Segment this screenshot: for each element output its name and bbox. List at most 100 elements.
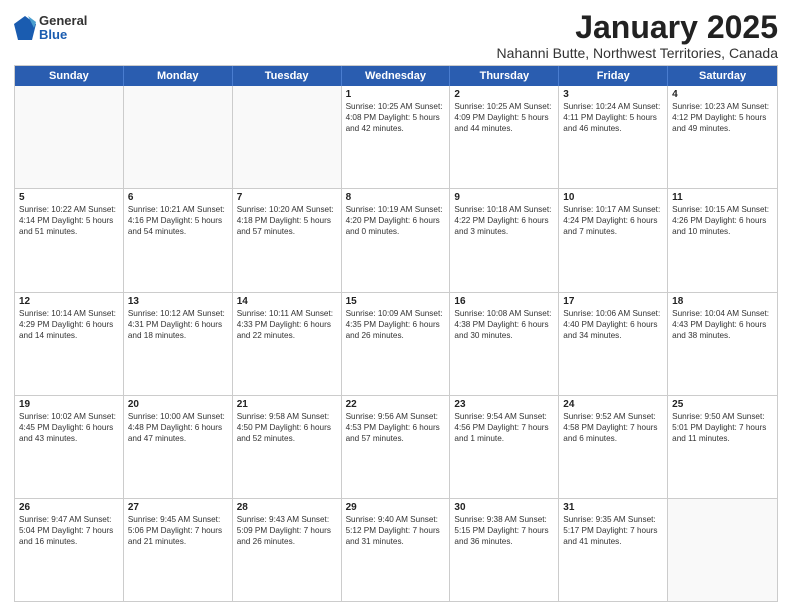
day-info: Sunrise: 9:54 AM Sunset: 4:56 PM Dayligh… — [454, 411, 554, 444]
day-number: 13 — [128, 296, 228, 307]
calendar-cell: 13Sunrise: 10:12 AM Sunset: 4:31 PM Dayl… — [124, 293, 233, 395]
day-number: 24 — [563, 399, 663, 410]
day-info: Sunrise: 9:35 AM Sunset: 5:17 PM Dayligh… — [563, 514, 663, 547]
day-info: Sunrise: 10:21 AM Sunset: 4:16 PM Daylig… — [128, 204, 228, 237]
day-number: 1 — [346, 89, 446, 100]
logo-text: General Blue — [39, 14, 87, 43]
header-day-thursday: Thursday — [450, 66, 559, 86]
header-day-tuesday: Tuesday — [233, 66, 342, 86]
page: General Blue January 2025 Nahanni Butte,… — [0, 0, 792, 612]
calendar-cell: 12Sunrise: 10:14 AM Sunset: 4:29 PM Dayl… — [15, 293, 124, 395]
logo-icon — [14, 14, 36, 42]
header: General Blue January 2025 Nahanni Butte,… — [14, 10, 778, 61]
calendar-cell: 3Sunrise: 10:24 AM Sunset: 4:11 PM Dayli… — [559, 86, 668, 188]
calendar-cell: 2Sunrise: 10:25 AM Sunset: 4:09 PM Dayli… — [450, 86, 559, 188]
calendar-row-4: 26Sunrise: 9:47 AM Sunset: 5:04 PM Dayli… — [15, 498, 777, 601]
calendar-cell: 22Sunrise: 9:56 AM Sunset: 4:53 PM Dayli… — [342, 396, 451, 498]
day-number: 25 — [672, 399, 773, 410]
day-number: 4 — [672, 89, 773, 100]
day-number: 27 — [128, 502, 228, 513]
day-info: Sunrise: 9:47 AM Sunset: 5:04 PM Dayligh… — [19, 514, 119, 547]
calendar-cell: 21Sunrise: 9:58 AM Sunset: 4:50 PM Dayli… — [233, 396, 342, 498]
day-info: Sunrise: 10:08 AM Sunset: 4:38 PM Daylig… — [454, 308, 554, 341]
day-info: Sunrise: 10:04 AM Sunset: 4:43 PM Daylig… — [672, 308, 773, 341]
calendar-cell — [668, 499, 777, 601]
day-info: Sunrise: 10:12 AM Sunset: 4:31 PM Daylig… — [128, 308, 228, 341]
calendar-row-2: 12Sunrise: 10:14 AM Sunset: 4:29 PM Dayl… — [15, 292, 777, 395]
day-number: 19 — [19, 399, 119, 410]
calendar-cell: 4Sunrise: 10:23 AM Sunset: 4:12 PM Dayli… — [668, 86, 777, 188]
calendar-cell: 31Sunrise: 9:35 AM Sunset: 5:17 PM Dayli… — [559, 499, 668, 601]
calendar-cell: 9Sunrise: 10:18 AM Sunset: 4:22 PM Dayli… — [450, 189, 559, 291]
day-info: Sunrise: 10:14 AM Sunset: 4:29 PM Daylig… — [19, 308, 119, 341]
calendar-cell: 27Sunrise: 9:45 AM Sunset: 5:06 PM Dayli… — [124, 499, 233, 601]
calendar-cell: 10Sunrise: 10:17 AM Sunset: 4:24 PM Dayl… — [559, 189, 668, 291]
header-day-monday: Monday — [124, 66, 233, 86]
calendar-row-3: 19Sunrise: 10:02 AM Sunset: 4:45 PM Dayl… — [15, 395, 777, 498]
day-info: Sunrise: 9:45 AM Sunset: 5:06 PM Dayligh… — [128, 514, 228, 547]
day-info: Sunrise: 10:20 AM Sunset: 4:18 PM Daylig… — [237, 204, 337, 237]
day-number: 8 — [346, 192, 446, 203]
calendar-cell: 8Sunrise: 10:19 AM Sunset: 4:20 PM Dayli… — [342, 189, 451, 291]
day-info: Sunrise: 10:23 AM Sunset: 4:12 PM Daylig… — [672, 101, 773, 134]
calendar-cell: 7Sunrise: 10:20 AM Sunset: 4:18 PM Dayli… — [233, 189, 342, 291]
day-number: 9 — [454, 192, 554, 203]
calendar-row-0: 1Sunrise: 10:25 AM Sunset: 4:08 PM Dayli… — [15, 86, 777, 188]
day-info: Sunrise: 9:38 AM Sunset: 5:15 PM Dayligh… — [454, 514, 554, 547]
day-info: Sunrise: 9:56 AM Sunset: 4:53 PM Dayligh… — [346, 411, 446, 444]
day-number: 7 — [237, 192, 337, 203]
calendar-cell: 28Sunrise: 9:43 AM Sunset: 5:09 PM Dayli… — [233, 499, 342, 601]
day-number: 21 — [237, 399, 337, 410]
day-number: 12 — [19, 296, 119, 307]
calendar-cell — [124, 86, 233, 188]
calendar-row-1: 5Sunrise: 10:22 AM Sunset: 4:14 PM Dayli… — [15, 188, 777, 291]
logo-blue: Blue — [39, 28, 87, 42]
calendar-cell: 20Sunrise: 10:00 AM Sunset: 4:48 PM Dayl… — [124, 396, 233, 498]
title-block: January 2025 Nahanni Butte, Northwest Te… — [497, 10, 778, 61]
calendar-cell: 16Sunrise: 10:08 AM Sunset: 4:38 PM Dayl… — [450, 293, 559, 395]
day-number: 17 — [563, 296, 663, 307]
day-info: Sunrise: 10:15 AM Sunset: 4:26 PM Daylig… — [672, 204, 773, 237]
calendar-cell: 14Sunrise: 10:11 AM Sunset: 4:33 PM Dayl… — [233, 293, 342, 395]
day-info: Sunrise: 10:18 AM Sunset: 4:22 PM Daylig… — [454, 204, 554, 237]
day-info: Sunrise: 10:17 AM Sunset: 4:24 PM Daylig… — [563, 204, 663, 237]
day-info: Sunrise: 10:25 AM Sunset: 4:09 PM Daylig… — [454, 101, 554, 134]
header-day-saturday: Saturday — [668, 66, 777, 86]
calendar-cell — [233, 86, 342, 188]
day-info: Sunrise: 10:19 AM Sunset: 4:20 PM Daylig… — [346, 204, 446, 237]
day-info: Sunrise: 10:25 AM Sunset: 4:08 PM Daylig… — [346, 101, 446, 134]
header-day-wednesday: Wednesday — [342, 66, 451, 86]
day-number: 11 — [672, 192, 773, 203]
calendar-title: January 2025 — [497, 10, 778, 45]
day-number: 5 — [19, 192, 119, 203]
day-number: 23 — [454, 399, 554, 410]
day-number: 10 — [563, 192, 663, 203]
calendar-cell: 1Sunrise: 10:25 AM Sunset: 4:08 PM Dayli… — [342, 86, 451, 188]
day-number: 18 — [672, 296, 773, 307]
calendar-cell: 11Sunrise: 10:15 AM Sunset: 4:26 PM Dayl… — [668, 189, 777, 291]
day-info: Sunrise: 10:00 AM Sunset: 4:48 PM Daylig… — [128, 411, 228, 444]
day-info: Sunrise: 10:22 AM Sunset: 4:14 PM Daylig… — [19, 204, 119, 237]
day-number: 14 — [237, 296, 337, 307]
calendar: SundayMondayTuesdayWednesdayThursdayFrid… — [14, 65, 778, 602]
day-number: 3 — [563, 89, 663, 100]
calendar-cell: 30Sunrise: 9:38 AM Sunset: 5:15 PM Dayli… — [450, 499, 559, 601]
calendar-cell — [15, 86, 124, 188]
day-number: 29 — [346, 502, 446, 513]
calendar-cell: 23Sunrise: 9:54 AM Sunset: 4:56 PM Dayli… — [450, 396, 559, 498]
day-number: 20 — [128, 399, 228, 410]
day-info: Sunrise: 9:58 AM Sunset: 4:50 PM Dayligh… — [237, 411, 337, 444]
calendar-subtitle: Nahanni Butte, Northwest Territories, Ca… — [497, 45, 778, 61]
day-info: Sunrise: 9:52 AM Sunset: 4:58 PM Dayligh… — [563, 411, 663, 444]
calendar-cell: 5Sunrise: 10:22 AM Sunset: 4:14 PM Dayli… — [15, 189, 124, 291]
day-number: 26 — [19, 502, 119, 513]
header-day-friday: Friday — [559, 66, 668, 86]
day-number: 31 — [563, 502, 663, 513]
calendar-cell: 24Sunrise: 9:52 AM Sunset: 4:58 PM Dayli… — [559, 396, 668, 498]
calendar-cell: 17Sunrise: 10:06 AM Sunset: 4:40 PM Dayl… — [559, 293, 668, 395]
day-info: Sunrise: 10:06 AM Sunset: 4:40 PM Daylig… — [563, 308, 663, 341]
day-number: 6 — [128, 192, 228, 203]
calendar-cell: 29Sunrise: 9:40 AM Sunset: 5:12 PM Dayli… — [342, 499, 451, 601]
day-number: 2 — [454, 89, 554, 100]
calendar-cell: 6Sunrise: 10:21 AM Sunset: 4:16 PM Dayli… — [124, 189, 233, 291]
